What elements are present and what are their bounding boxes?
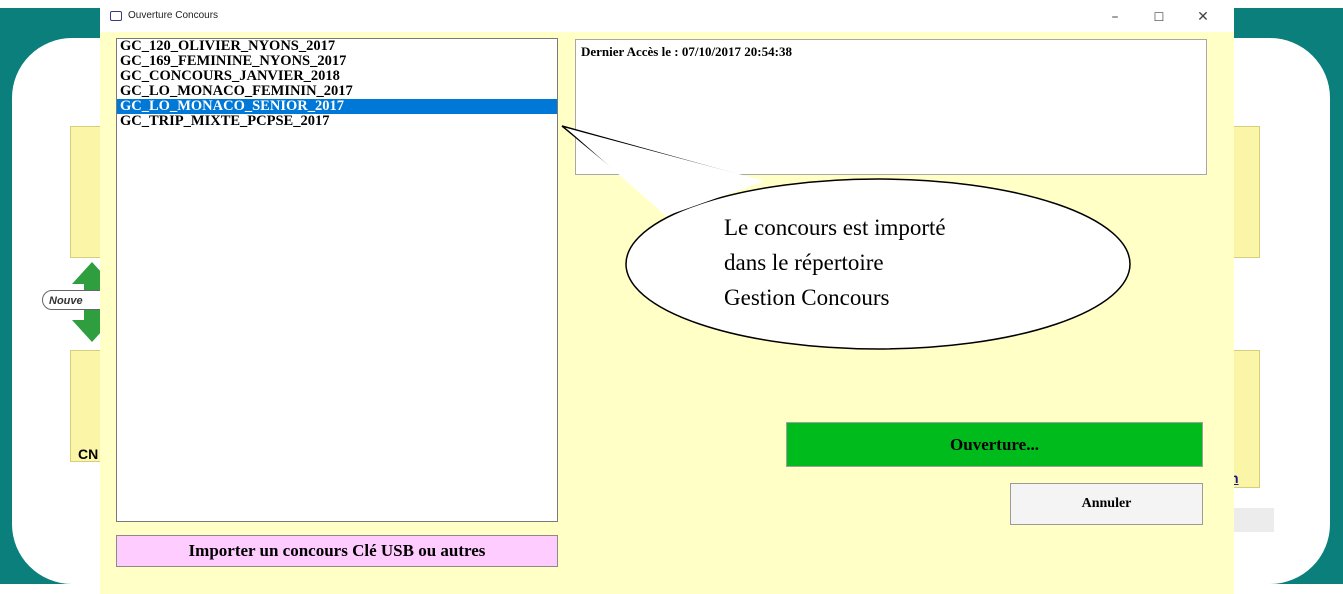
callout-text: Le concours est importé dans le répertoi… xyxy=(724,210,1044,315)
callout-bubble xyxy=(561,125,1131,350)
callout-line: Le concours est importé xyxy=(724,215,946,240)
callout-line: dans le répertoire xyxy=(724,250,884,275)
callout-line: Gestion Concours xyxy=(724,285,890,310)
